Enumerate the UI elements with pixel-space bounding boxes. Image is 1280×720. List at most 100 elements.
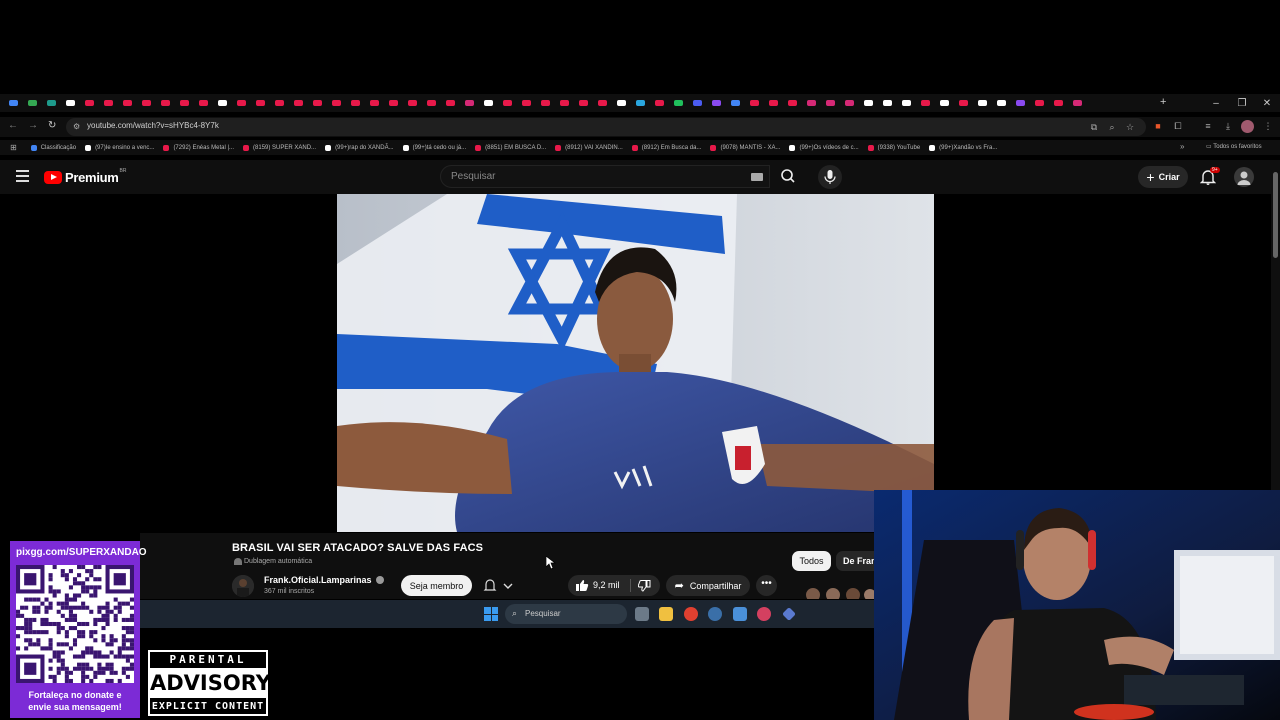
bookmark-item[interactable]: (99+)Xandão vs Fra...	[929, 144, 997, 151]
browser-tab[interactable]	[346, 96, 365, 110]
browser-tab[interactable]	[460, 96, 479, 110]
browser-tab[interactable]	[517, 96, 536, 110]
browser-tab[interactable]	[650, 96, 669, 110]
like-icon[interactable]	[575, 579, 589, 592]
search-input[interactable]: Pesquisar	[440, 165, 770, 188]
windows-start-icon[interactable]	[484, 607, 498, 621]
bookmark-item[interactable]: (9338) YouTube	[867, 144, 920, 151]
chrome-icon[interactable]	[684, 607, 698, 621]
bookmark-item[interactable]: (99+)tá cedo ou já...	[402, 144, 466, 151]
youtube-premium-logo[interactable]: Premium BR	[44, 168, 126, 185]
more-actions-button[interactable]: •••	[756, 575, 777, 596]
browser-tab[interactable]	[251, 96, 270, 110]
extension-brave-icon[interactable]: ■	[1152, 120, 1164, 132]
browser-tab[interactable]	[859, 96, 878, 110]
browser-tab[interactable]	[726, 96, 745, 110]
bookmark-item[interactable]: (97)Ie ensino a venc...	[85, 144, 154, 151]
browser-tab[interactable]	[23, 96, 42, 110]
bookmark-item[interactable]: (99+)rap do XANDÃ...	[325, 144, 394, 151]
search-button[interactable]	[772, 165, 804, 188]
more-bookmarks-icon[interactable]: »	[1180, 142, 1184, 151]
browser-tab[interactable]	[669, 96, 688, 110]
browser-tab[interactable]	[612, 96, 631, 110]
video-player[interactable]	[337, 194, 934, 532]
browser-tab[interactable]	[403, 96, 422, 110]
apps-grid-icon[interactable]: ⊞	[10, 143, 17, 152]
browser-tab[interactable]	[536, 96, 555, 110]
browser-tab[interactable]	[118, 96, 137, 110]
browser-tab[interactable]	[384, 96, 403, 110]
new-tab-button[interactable]: +	[1160, 96, 1166, 108]
photos-app-icon[interactable]	[733, 607, 747, 621]
browser-tab[interactable]	[61, 96, 80, 110]
browser-tab[interactable]	[99, 96, 118, 110]
download-icon[interactable]: ⤓	[1222, 120, 1234, 132]
media-icon[interactable]: ≡	[1202, 120, 1214, 132]
browser-tab[interactable]	[992, 96, 1011, 110]
settings-app-icon[interactable]	[708, 607, 722, 621]
close-window-button[interactable]: ✕	[1254, 94, 1280, 112]
bookmark-item[interactable]: (8912) Em Busca da...	[631, 144, 701, 151]
like-count[interactable]: 9,2 mil	[593, 580, 620, 590]
browser-tab[interactable]	[745, 96, 764, 110]
back-icon[interactable]: ←	[8, 120, 18, 131]
browser-tab[interactable]	[194, 96, 213, 110]
browser-tab[interactable]	[783, 96, 802, 110]
browser-tab[interactable]	[1030, 96, 1049, 110]
browser-tab[interactable]	[289, 96, 308, 110]
bookmark-item[interactable]: (7292) Enéas Metal |...	[163, 144, 234, 151]
forward-icon[interactable]: →	[28, 120, 38, 131]
browser-tab[interactable]	[479, 96, 498, 110]
keyboard-icon[interactable]	[751, 173, 763, 181]
bookmark-item[interactable]: (8851) EM BUSCA D...	[475, 144, 546, 151]
browser-tab[interactable]	[80, 96, 99, 110]
app-icon[interactable]	[757, 607, 771, 621]
chip-from-channel[interactable]: De Frank	[836, 551, 874, 571]
browser-tab[interactable]	[422, 96, 441, 110]
browser-tab[interactable]	[270, 96, 289, 110]
browser-tab[interactable]	[631, 96, 650, 110]
browser-tab[interactable]	[897, 96, 916, 110]
extensions-icon[interactable]: ⧠	[1172, 120, 1184, 132]
account-avatar[interactable]	[1234, 167, 1254, 187]
taskbar-search-input[interactable]: ⌕ Pesquisar	[505, 604, 627, 624]
browser-tab[interactable]	[878, 96, 897, 110]
browser-tab[interactable]	[327, 96, 346, 110]
file-explorer-icon[interactable]	[659, 607, 673, 621]
voice-search-button[interactable]	[818, 165, 842, 189]
scrollbar-thumb[interactable]	[1273, 172, 1278, 258]
browser-tab[interactable]	[137, 96, 156, 110]
join-membership-button[interactable]: Seja membro	[401, 575, 472, 596]
chip-all[interactable]: Todos	[792, 551, 831, 571]
browser-tab[interactable]	[232, 96, 251, 110]
browser-tab[interactable]	[935, 96, 954, 110]
maximize-button[interactable]: ❐	[1229, 94, 1255, 112]
browser-tab[interactable]	[175, 96, 194, 110]
channel-name[interactable]: Frank.Oficial.Lamparinas	[264, 575, 384, 585]
browser-tab[interactable]	[1049, 96, 1068, 110]
zoom-icon[interactable]: ⌕	[1106, 121, 1118, 133]
browser-tab[interactable]	[707, 96, 726, 110]
browser-tab[interactable]	[4, 96, 23, 110]
site-info-icon[interactable]: ⚙	[73, 122, 80, 131]
browser-tab[interactable]	[555, 96, 574, 110]
browser-tab[interactable]	[821, 96, 840, 110]
browser-tab[interactable]	[498, 96, 517, 110]
bookmark-item[interactable]: (99+)Os vídeos de c...	[789, 144, 859, 151]
install-app-icon[interactable]: ⧉	[1088, 121, 1100, 133]
browser-tab[interactable]	[954, 96, 973, 110]
bookmark-item[interactable]: (9078) MANTIS - XA...	[710, 144, 780, 151]
profile-avatar-icon[interactable]	[1241, 120, 1254, 133]
menu-icon[interactable]	[16, 170, 29, 182]
browser-tab[interactable]	[802, 96, 821, 110]
subscription-bell-dropdown[interactable]	[480, 575, 520, 596]
browser-tab[interactable]	[688, 96, 707, 110]
minimize-button[interactable]: –	[1203, 94, 1229, 112]
share-button[interactable]: ➦ Compartilhar	[666, 575, 750, 596]
browser-tab[interactable]	[840, 96, 859, 110]
browser-tab[interactable]	[1068, 96, 1087, 110]
bookmark-item[interactable]: Classificação	[30, 144, 76, 151]
browser-tab[interactable]	[365, 96, 384, 110]
reload-icon[interactable]: ↻	[48, 120, 56, 131]
task-view-icon[interactable]	[635, 607, 649, 621]
